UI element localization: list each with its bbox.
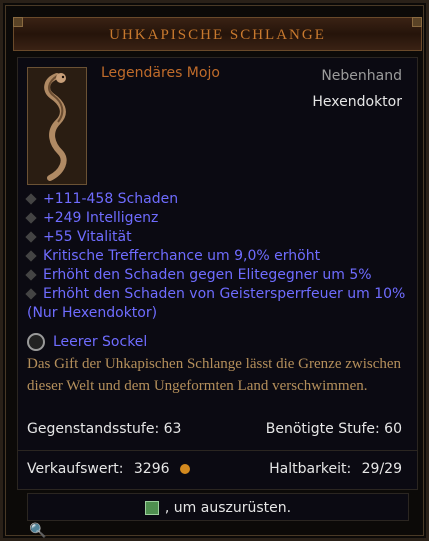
bullet-icon <box>25 231 37 243</box>
bullet-icon <box>25 269 37 281</box>
durability-label: Haltbarkeit: <box>269 461 352 477</box>
durability: Haltbarkeit: 29/29 <box>269 461 402 477</box>
affix-line: Erhöht den Schaden gegen Elitegegner um … <box>25 267 372 283</box>
bullet-icon <box>25 212 37 224</box>
bullet-icon <box>25 193 37 205</box>
socket-icon <box>27 333 45 351</box>
item-class: Hexendoktor <box>312 94 402 110</box>
item-rarity: Legendäres Mojo <box>101 65 220 81</box>
equip-hint: , um auszurüsten. <box>27 493 409 521</box>
gold-coin-icon <box>179 464 190 474</box>
tooltip-frame: UHKAPISCHE SCHLANGE Legendäres Mojo Nebe… <box>0 0 429 541</box>
required-level: Benötigte Stufe: 60 <box>265 421 402 437</box>
bullet-icon <box>25 250 37 262</box>
item-title: UHKAPISCHE SCHLANGE <box>109 27 326 43</box>
level-row: Gegenstandsstufe: 63 Benötigte Stufe: 60 <box>27 421 402 437</box>
key-hint-icon <box>144 501 159 515</box>
socket-line: Leerer Sockel <box>27 333 147 351</box>
affix-line: Erhöht den Schaden von Geistersperrfeuer… <box>25 286 405 302</box>
snake-mojo-icon <box>28 68 86 184</box>
item-icon <box>27 67 87 185</box>
affix-class-restriction: (Nur Hexendoktor) <box>27 305 158 321</box>
tooltip-header: UHKAPISCHE SCHLANGE <box>13 17 422 51</box>
search-icon: 🔍 <box>29 523 47 539</box>
value-row: Verkaufswert: 3296 Haltbarkeit: 29/29 <box>27 461 402 477</box>
sell-value-label: Verkaufswert: <box>27 461 124 477</box>
item-level: Gegenstandsstufe: 63 <box>27 421 182 437</box>
affix-line: +111-458 Schaden <box>25 191 178 207</box>
affix-line: +55 Vitalität <box>25 229 132 245</box>
item-slot: Nebenhand <box>321 68 402 84</box>
durability-value: 29/29 <box>361 461 402 477</box>
divider <box>17 450 418 451</box>
sell-value: 3296 <box>133 461 170 477</box>
bullet-icon <box>25 288 37 300</box>
item-flavor-text: Das Gift der Uhkapischen Schlange lässt … <box>27 356 402 394</box>
affix-line: Kritische Trefferchance um 9,0% erhöht <box>25 248 320 264</box>
affix-line: +249 Intelligenz <box>25 210 158 226</box>
